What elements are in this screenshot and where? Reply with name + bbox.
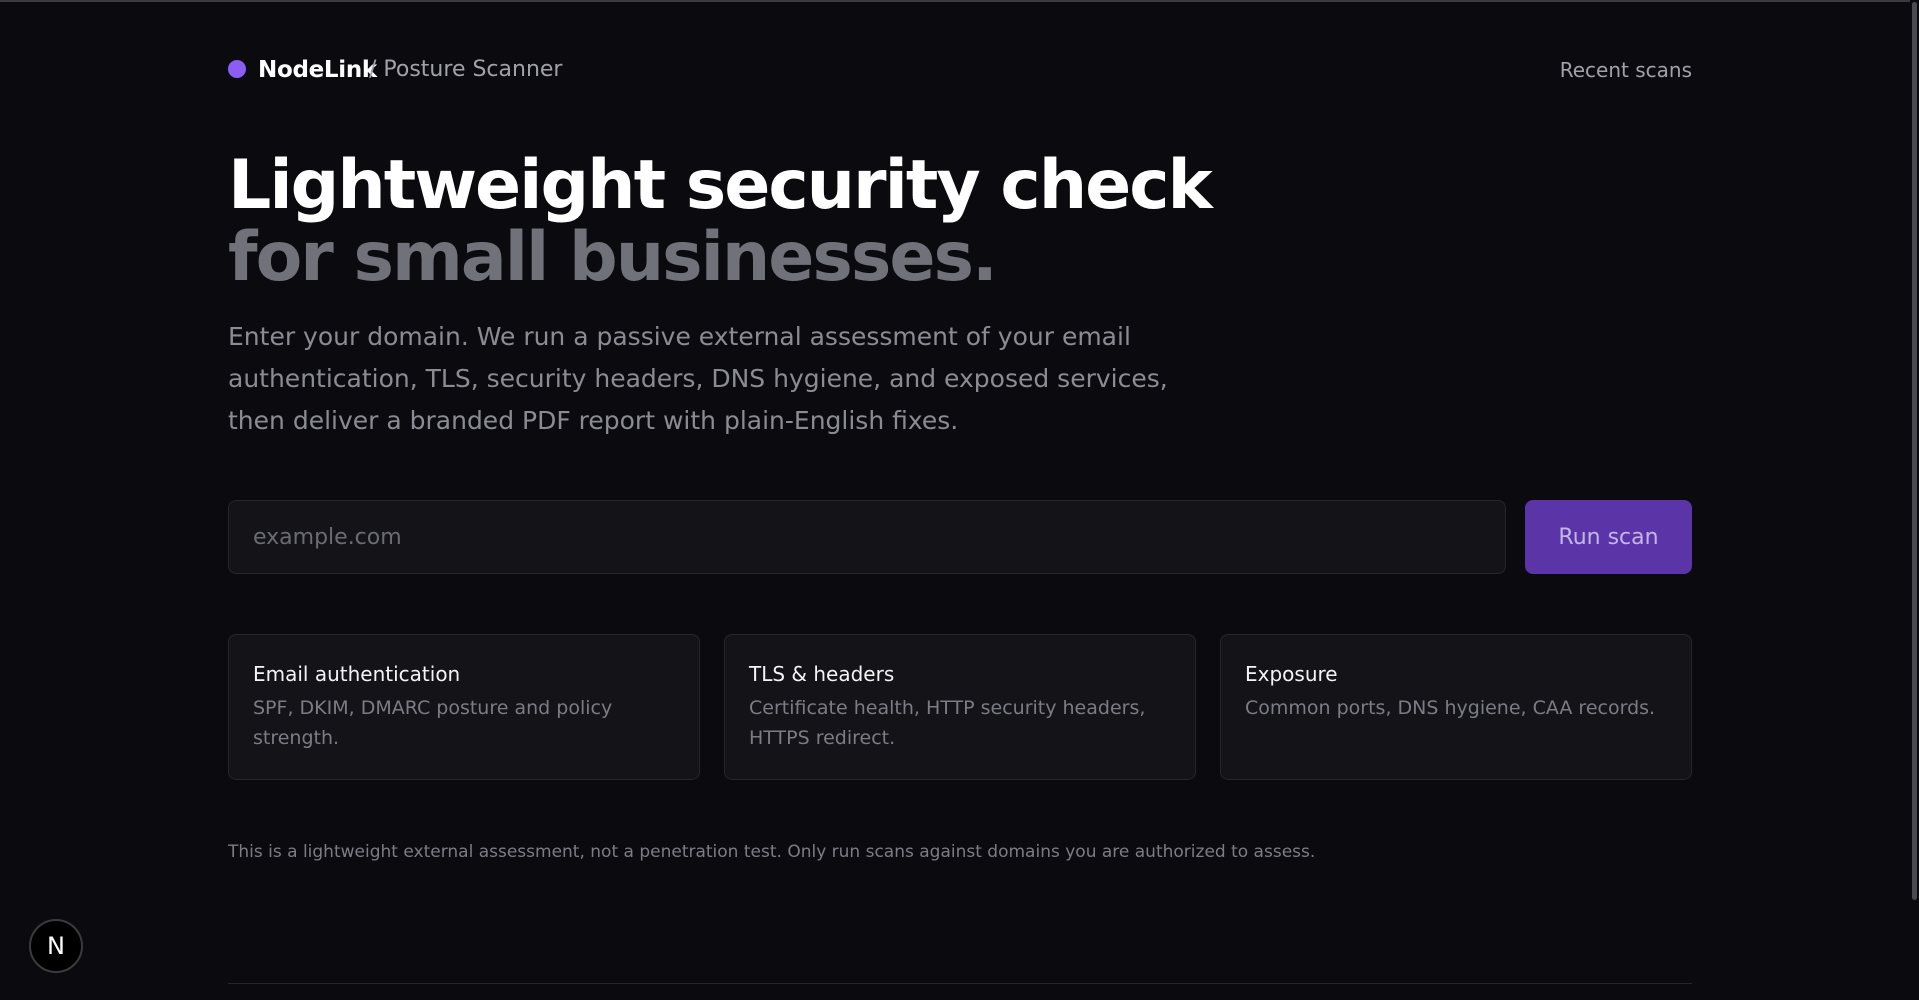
run-scan-button[interactable]: Run scan (1525, 500, 1692, 574)
card-description: SPF, DKIM, DMARC posture and policy stre… (253, 697, 613, 749)
brand-name[interactable]: NodeLink (258, 54, 377, 86)
recent-scans-link[interactable]: Recent scans (1560, 54, 1692, 86)
top-border (0, 0, 1919, 2)
hero-title: Lightweight security check (228, 146, 1213, 225)
brand-subtitle: / Posture Scanner (369, 57, 563, 82)
footer-divider (228, 983, 1692, 984)
feature-cards: Email authentication SPF, DKIM, DMARC po… (228, 634, 1692, 780)
card-description: Certificate health, HTTP security header… (749, 697, 1146, 749)
brand-logo-dot (228, 60, 246, 78)
feature-card-email: Email authentication SPF, DKIM, DMARC po… (228, 634, 700, 780)
card-description: Common ports, DNS hygiene, CAA records. (1245, 697, 1656, 719)
hero-subtitle: for small businesses. (228, 218, 998, 297)
nextjs-dev-badge-icon[interactable]: N (29, 919, 83, 973)
page: NodeLink / Posture Scanner Recent scans … (0, 0, 1919, 1000)
domain-input[interactable] (228, 500, 1506, 574)
card-title: TLS & headers (749, 662, 895, 686)
hero-description: Enter your domain. We run a passive exte… (228, 322, 1168, 435)
site-header: NodeLink / Posture Scanner Recent scans (228, 54, 1692, 86)
disclaimer-text: This is a lightweight external assessmen… (228, 842, 1316, 862)
card-title: Email authentication (253, 662, 461, 686)
feature-card-tls: TLS & headers Certificate health, HTTP s… (724, 634, 1196, 780)
scrollbar-thumb[interactable] (1912, 2, 1917, 900)
badge-letter: N (47, 932, 65, 960)
feature-card-exposure: Exposure Common ports, DNS hygiene, CAA … (1220, 634, 1692, 780)
card-title: Exposure (1245, 662, 1338, 686)
